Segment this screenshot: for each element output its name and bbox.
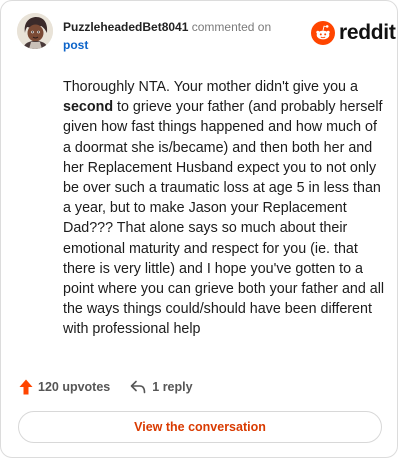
view-conversation-button[interactable]: View the conversation: [18, 411, 382, 443]
upvote-arrow-icon: [19, 379, 33, 395]
embedded-comment-card: PuzzleheadedBet8041 commented on post re…: [0, 0, 398, 458]
upvote-button[interactable]: 120 upvotes: [19, 379, 110, 395]
comment-actions: 120 upvotes 1 reply: [19, 377, 193, 397]
reply-count: 1 reply: [152, 380, 193, 394]
avatar-image: [17, 13, 53, 49]
user-avatar[interactable]: [17, 13, 53, 49]
reply-arrow-icon: [130, 380, 146, 394]
comment-text-part-1: Thoroughly NTA. Your mother didn't give …: [63, 79, 358, 95]
comment-text-part-2: to grieve your father (and probably hers…: [63, 99, 385, 338]
reply-button[interactable]: 1 reply: [130, 380, 193, 394]
comment-bold-word: second: [63, 99, 114, 116]
commented-on-text: commented on: [191, 20, 272, 34]
post-link[interactable]: post: [63, 36, 303, 54]
comment-body: Thoroughly NTA. Your mother didn't give …: [63, 77, 385, 340]
reddit-wordmark: reddit: [339, 21, 396, 44]
reddit-logo[interactable]: reddit: [311, 19, 396, 47]
comment-header: PuzzleheadedBet8041 commented on post: [63, 18, 303, 54]
reddit-snoo-icon: [311, 21, 335, 45]
upvote-count: 120 upvotes: [38, 380, 111, 394]
username-link[interactable]: PuzzleheadedBet8041: [63, 20, 188, 34]
